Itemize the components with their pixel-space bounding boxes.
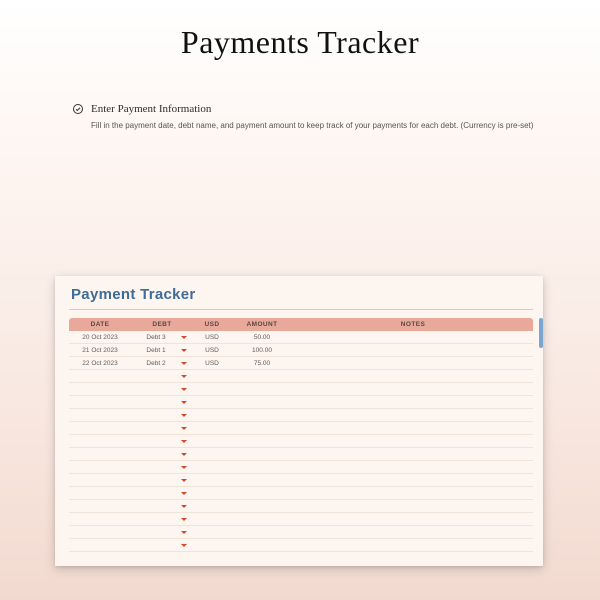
col-header-amount: AMOUNT <box>231 321 293 328</box>
cell-debt-dropdown[interactable] <box>131 479 193 482</box>
chevron-down-icon <box>181 349 187 352</box>
table-row[interactable] <box>69 500 533 513</box>
debt-label: Debt 3 <box>131 334 181 341</box>
cell-date[interactable]: 21 Oct 2023 <box>69 347 131 354</box>
chevron-down-icon <box>181 531 187 534</box>
chevron-down-icon <box>181 336 187 339</box>
cell-debt-dropdown[interactable] <box>131 531 193 534</box>
cell-debt-dropdown[interactable] <box>131 466 193 469</box>
chevron-down-icon <box>181 466 187 469</box>
table-row[interactable]: 22 Oct 2023Debt 2 USD75.00 <box>69 357 533 370</box>
instruction-block: Enter Payment Information Fill in the pa… <box>72 103 600 130</box>
chevron-down-icon <box>181 518 187 521</box>
cell-amount[interactable]: 100.00 <box>231 347 293 354</box>
cell-date[interactable]: 22 Oct 2023 <box>69 360 131 367</box>
table-row[interactable] <box>69 422 533 435</box>
table-row[interactable]: 21 Oct 2023Debt 1 USD100.00 <box>69 344 533 357</box>
table-header-row: DATE DEBT USD AMOUNT NOTES <box>69 318 533 331</box>
cell-debt-dropdown[interactable] <box>131 492 193 495</box>
instruction-heading-row: Enter Payment Information <box>72 103 600 115</box>
cell-debt-dropdown[interactable]: Debt 1 <box>131 347 193 354</box>
col-header-debt: DEBT <box>131 321 193 328</box>
instruction-body: Fill in the payment date, debt name, and… <box>91 121 600 130</box>
chevron-down-icon <box>181 453 187 456</box>
chevron-down-icon <box>181 362 187 365</box>
cell-currency: USD <box>193 347 231 354</box>
cell-debt-dropdown[interactable] <box>131 388 193 391</box>
chevron-down-icon <box>181 388 187 391</box>
chevron-down-icon <box>181 401 187 404</box>
chevron-down-icon <box>181 440 187 443</box>
cell-debt-dropdown[interactable] <box>131 505 193 508</box>
cell-debt-dropdown[interactable] <box>131 518 193 521</box>
cell-debt-dropdown[interactable]: Debt 2 <box>131 360 193 367</box>
cell-debt-dropdown[interactable] <box>131 453 193 456</box>
table-row[interactable] <box>69 409 533 422</box>
payments-table: DATE DEBT USD AMOUNT NOTES 20 Oct 2023De… <box>69 318 533 552</box>
chevron-down-icon <box>181 427 187 430</box>
table-row[interactable] <box>69 448 533 461</box>
cell-debt-dropdown[interactable] <box>131 414 193 417</box>
check-circle-icon <box>72 103 84 115</box>
cell-debt-dropdown[interactable] <box>131 440 193 443</box>
cell-debt-dropdown[interactable] <box>131 375 193 378</box>
cell-currency: USD <box>193 334 231 341</box>
table-row[interactable]: 20 Oct 2023Debt 3 USD50.00 <box>69 331 533 344</box>
debt-label: Debt 1 <box>131 347 181 354</box>
table-body: 20 Oct 2023Debt 3USD50.0021 Oct 2023Debt… <box>69 331 533 552</box>
cell-debt-dropdown[interactable] <box>131 544 193 547</box>
divider <box>69 309 533 310</box>
scrollbar-thumb[interactable] <box>539 318 543 348</box>
table-row[interactable] <box>69 474 533 487</box>
table-row[interactable] <box>69 487 533 500</box>
cell-currency: USD <box>193 360 231 367</box>
instruction-heading: Enter Payment Information <box>91 103 211 115</box>
table-row[interactable] <box>69 526 533 539</box>
chevron-down-icon <box>181 544 187 547</box>
debt-label: Debt 2 <box>131 360 181 367</box>
page-title: Payments Tracker <box>0 24 600 61</box>
spreadsheet-screenshot: Payment Tracker DATE DEBT USD AMOUNT NOT… <box>55 276 543 566</box>
cell-date[interactable]: 20 Oct 2023 <box>69 334 131 341</box>
chevron-down-icon <box>181 479 187 482</box>
table-row[interactable] <box>69 513 533 526</box>
sheet-title: Payment Tracker <box>71 286 533 303</box>
table-row[interactable] <box>69 370 533 383</box>
table-row[interactable] <box>69 383 533 396</box>
chevron-down-icon <box>181 492 187 495</box>
col-header-usd: USD <box>193 321 231 328</box>
cell-debt-dropdown[interactable]: Debt 3 <box>131 334 193 341</box>
table-row[interactable] <box>69 396 533 409</box>
table-row[interactable] <box>69 435 533 448</box>
chevron-down-icon <box>181 375 187 378</box>
chevron-down-icon <box>181 505 187 508</box>
table-row[interactable] <box>69 539 533 552</box>
col-header-date: DATE <box>69 321 131 328</box>
col-header-notes: NOTES <box>293 321 533 328</box>
cell-amount[interactable]: 75.00 <box>231 360 293 367</box>
cell-debt-dropdown[interactable] <box>131 427 193 430</box>
cell-debt-dropdown[interactable] <box>131 401 193 404</box>
chevron-down-icon <box>181 414 187 417</box>
cell-amount[interactable]: 50.00 <box>231 334 293 341</box>
table-row[interactable] <box>69 461 533 474</box>
